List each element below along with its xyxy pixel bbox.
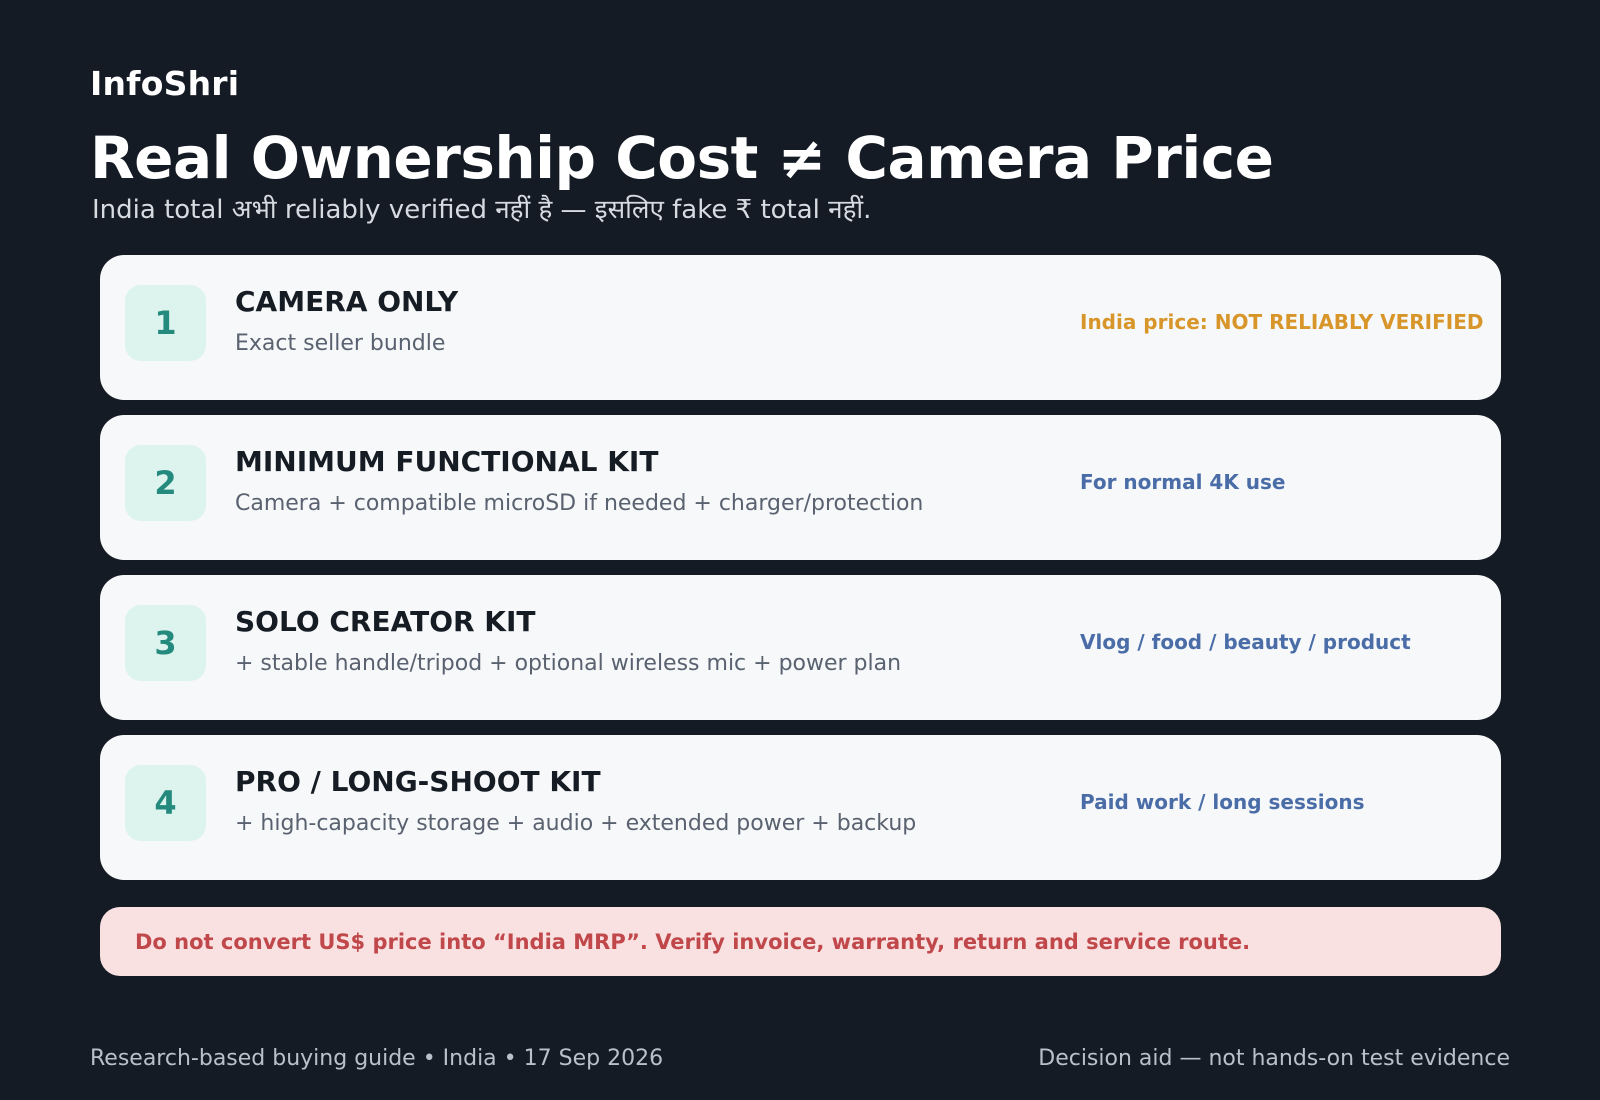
kit-note: For normal 4K use [1080,470,1286,494]
kit-note: Vlog / food / beauty / product [1080,630,1411,654]
kit-note: India price: NOT RELIABLY VERIFIED [1080,310,1484,334]
kit-description: + stable handle/tripod + optional wirele… [235,651,902,676]
kit-title: SOLO CREATOR KIT [235,605,536,638]
kit-description: + high-capacity storage + audio + extend… [235,811,917,836]
kit-number-badge: 3 [125,605,206,681]
warning-banner: Do not convert US$ price into “India MRP… [100,907,1501,976]
kit-list: 1 CAMERA ONLY Exact seller bundle India … [100,255,1501,895]
kit-description: Camera + compatible microSD if needed + … [235,491,924,516]
kit-title: CAMERA ONLY [235,285,459,318]
kit-number-badge: 1 [125,285,206,361]
kit-number-badge: 4 [125,765,206,841]
kit-card-minimum-functional: 2 MINIMUM FUNCTIONAL KIT Camera + compat… [100,415,1501,560]
kit-card-pro-long-shoot: 4 PRO / LONG-SHOOT KIT + high-capacity s… [100,735,1501,880]
kit-card-camera-only: 1 CAMERA ONLY Exact seller bundle India … [100,255,1501,400]
footer-source: Research-based buying guide • India • 17… [90,1046,664,1071]
kit-title: MINIMUM FUNCTIONAL KIT [235,445,659,478]
kit-description: Exact seller bundle [235,331,446,356]
page-title: Real Ownership Cost ≠ Camera Price [90,124,1274,192]
kit-number-badge: 2 [125,445,206,521]
brand-name: InfoShri [90,64,240,103]
page-subtitle: India total अभी reliably verified नहीं ह… [92,195,872,225]
footer-disclaimer: Decision aid — not hands-on test evidenc… [1038,1046,1510,1071]
kit-card-solo-creator: 3 SOLO CREATOR KIT + stable handle/tripo… [100,575,1501,720]
kit-note: Paid work / long sessions [1080,790,1365,814]
kit-title: PRO / LONG-SHOOT KIT [235,765,601,798]
infographic: InfoShri Real Ownership Cost ≠ Camera Pr… [0,0,1600,1100]
